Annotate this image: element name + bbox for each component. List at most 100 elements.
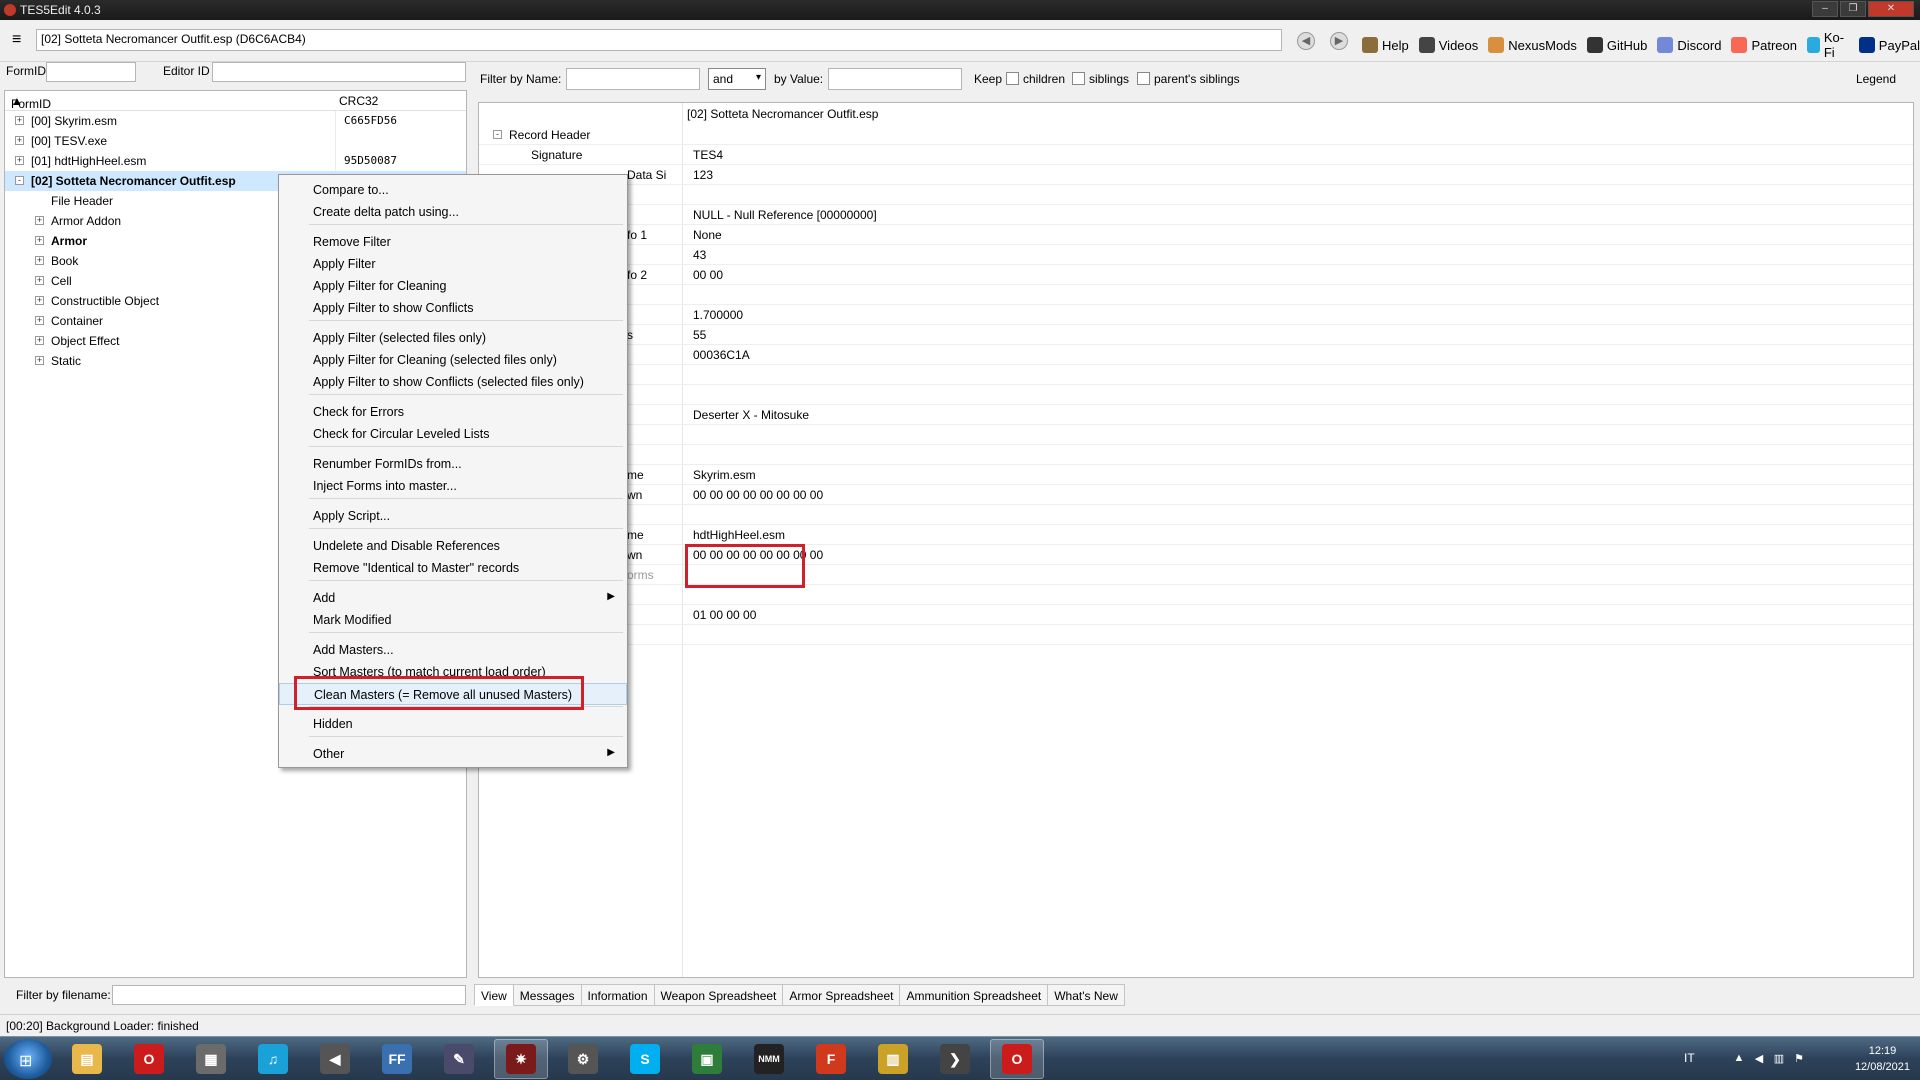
expand-icon[interactable]: + <box>35 276 44 285</box>
record-row[interactable] <box>479 625 1913 645</box>
menu-item-apply-filter[interactable]: Apply Filter <box>279 253 627 275</box>
record-row[interactable]: - Record Header <box>479 125 1913 145</box>
filter-name-input[interactable] <box>566 68 700 90</box>
legend-button[interactable]: Legend <box>1856 72 1896 86</box>
expand-icon[interactable]: + <box>15 156 24 165</box>
record-row[interactable]: 43 <box>479 245 1913 265</box>
record-row[interactable]: 00036C1A <box>479 345 1913 365</box>
menu-item-check-for-errors[interactable]: Check for Errors <box>279 401 627 423</box>
record-row[interactable]: me Skyrim.esm <box>479 465 1913 485</box>
filter-operator-select[interactable]: and <box>708 68 766 90</box>
taskbar-nmm-button[interactable]: NMM <box>742 1039 796 1079</box>
close-button[interactable]: ✕ <box>1868 1 1914 17</box>
record-row[interactable] <box>479 585 1913 605</box>
tab-view[interactable]: View <box>474 984 514 1006</box>
toolbar-link-paypal[interactable]: PayPal <box>1858 37 1920 53</box>
menu-item-check-for-circular-leveled-lists[interactable]: Check for Circular Leveled Lists <box>279 423 627 445</box>
crc32-column-header[interactable]: CRC32 <box>339 94 378 108</box>
tree-row[interactable]: + [00] TESV.exe <box>5 131 466 151</box>
record-row[interactable]: 1.700000 <box>479 305 1913 325</box>
taskbar-opera-button[interactable]: O <box>122 1039 176 1079</box>
formid-column-header[interactable]: FormID ▲ <box>11 94 51 111</box>
tab-ammunition-spreadsheet[interactable]: Ammunition Spreadsheet <box>900 984 1049 1006</box>
menu-item-remove-filter[interactable]: Remove Filter <box>279 231 627 253</box>
taskbar-media-button[interactable]: ▦ <box>184 1039 238 1079</box>
record-row[interactable] <box>479 505 1913 525</box>
expand-icon[interactable]: + <box>15 136 24 145</box>
menu-item-create-delta-patch-using[interactable]: Create delta patch using... <box>279 201 627 223</box>
record-row[interactable]: NULL - Null Reference [00000000] <box>479 205 1913 225</box>
children-checkbox[interactable] <box>1006 72 1019 85</box>
expand-icon[interactable]: + <box>35 236 44 245</box>
file-path-field[interactable]: [02] Sotteta Necromancer Outfit.esp (D6C… <box>36 29 1282 51</box>
taskbar-opera-active-button[interactable]: O <box>990 1039 1044 1079</box>
taskbar-music-button[interactable]: ♫ <box>246 1039 300 1079</box>
toolbar-link-github[interactable]: GitHub <box>1586 37 1647 53</box>
expand-icon[interactable]: + <box>35 256 44 265</box>
collapse-icon[interactable]: - <box>15 176 24 185</box>
tree-row[interactable]: + [00] Skyrim.esm C665FD56 <box>5 111 466 131</box>
taskbar-skype-button[interactable]: S <box>618 1039 672 1079</box>
taskbar-archive-button[interactable]: ▥ <box>866 1039 920 1079</box>
taskbar-speaker-button[interactable]: ◀ <box>308 1039 362 1079</box>
taskbar-settings-button[interactable]: ⚙ <box>556 1039 610 1079</box>
menu-item-remove-identical-to-master-records[interactable]: Remove "Identical to Master" records <box>279 557 627 579</box>
parents-siblings-checkbox[interactable] <box>1137 72 1150 85</box>
tab-information[interactable]: Information <box>581 984 655 1006</box>
expand-icon[interactable]: + <box>35 316 44 325</box>
siblings-checkbox[interactable] <box>1072 72 1085 85</box>
maximize-button[interactable]: ❐ <box>1840 1 1866 17</box>
tab-messages[interactable]: Messages <box>513 984 582 1006</box>
record-row[interactable]: 01 00 00 00 <box>479 605 1913 625</box>
menu-item-add[interactable]: Add ▶ <box>279 587 627 609</box>
expand-icon[interactable]: + <box>35 296 44 305</box>
taskbar-ffdec-button[interactable]: FF <box>370 1039 424 1079</box>
tab-what-s-new[interactable]: What's New <box>1048 984 1125 1006</box>
record-row[interactable] <box>479 285 1913 305</box>
toolbar-link-patreon[interactable]: Patreon <box>1731 37 1797 53</box>
expand-icon[interactable]: + <box>35 356 44 365</box>
toolbar-link-videos[interactable]: Videos <box>1418 37 1478 53</box>
menu-item-other[interactable]: Other ▶ <box>279 743 627 765</box>
volume-icon[interactable]: ◀ <box>1752 1052 1766 1066</box>
menu-item-apply-script[interactable]: Apply Script... <box>279 505 627 527</box>
forward-icon[interactable]: ▶ <box>1330 32 1348 50</box>
menu-item-compare-to[interactable]: Compare to... <box>279 179 627 201</box>
flag-icon[interactable]: ⚑ <box>1792 1052 1806 1066</box>
taskbar-window-button[interactable]: ▣ <box>680 1039 734 1079</box>
record-view[interactable]: [02] Sotteta Necromancer Outfit.esp - Rec… <box>478 102 1914 978</box>
start-button[interactable]: ⊞ <box>4 1039 52 1079</box>
menu-item-mark-modified[interactable]: Mark Modified <box>279 609 627 631</box>
expand-icon[interactable]: + <box>35 336 44 345</box>
record-row[interactable]: Signature TES4 <box>479 145 1913 165</box>
toolbar-link-help[interactable]: Help <box>1362 37 1409 53</box>
record-row[interactable] <box>479 385 1913 405</box>
menu-item-apply-filter-selected-files-only[interactable]: Apply Filter (selected files only) <box>279 327 627 349</box>
toolbar-link-nexusmods[interactable]: NexusMods <box>1488 37 1577 53</box>
menu-item-apply-filter-to-show-conflicts-selected-files-only[interactable]: Apply Filter to show Conflicts (selected… <box>279 371 627 393</box>
taskbar-explorer-button[interactable]: ▤ <box>60 1039 114 1079</box>
record-row[interactable] <box>479 445 1913 465</box>
record-row[interactable] <box>479 425 1913 445</box>
tab-weapon-spreadsheet[interactable]: Weapon Spreadsheet <box>654 984 784 1006</box>
minimize-button[interactable]: – <box>1812 1 1838 17</box>
record-row[interactable]: me hdtHighHeel.esm <box>479 525 1913 545</box>
record-row[interactable] <box>479 365 1913 385</box>
network-icon[interactable]: ▥ <box>1772 1052 1786 1066</box>
menu-item-hidden[interactable]: Hidden <box>279 713 627 735</box>
expand-icon[interactable]: + <box>15 116 24 125</box>
menu-item-renumber-formids-from[interactable]: Renumber FormIDs from... <box>279 453 627 475</box>
clock[interactable]: 12:19 12/08/2021 <box>1855 1043 1910 1075</box>
menu-icon[interactable]: ≡ <box>12 32 28 48</box>
record-row[interactable]: s 55 <box>479 325 1913 345</box>
menu-item-apply-filter-for-cleaning-selected-files-only[interactable]: Apply Filter for Cleaning (selected file… <box>279 349 627 371</box>
menu-item-undelete-and-disable-references[interactable]: Undelete and Disable References <box>279 535 627 557</box>
filter-filename-input[interactable] <box>112 985 466 1005</box>
taskbar-f-button[interactable]: F <box>804 1039 858 1079</box>
record-row[interactable]: fo 2 00 00 <box>479 265 1913 285</box>
tree-row[interactable]: + [01] hdtHighHeel.esm 95D50087 <box>5 151 466 171</box>
toolbar-link-ko-fi[interactable]: Ko-Fi <box>1807 30 1849 60</box>
record-row[interactable] <box>479 185 1913 205</box>
formid-input[interactable] <box>46 62 136 82</box>
tray-arrow-icon[interactable]: ▲ <box>1732 1052 1746 1066</box>
